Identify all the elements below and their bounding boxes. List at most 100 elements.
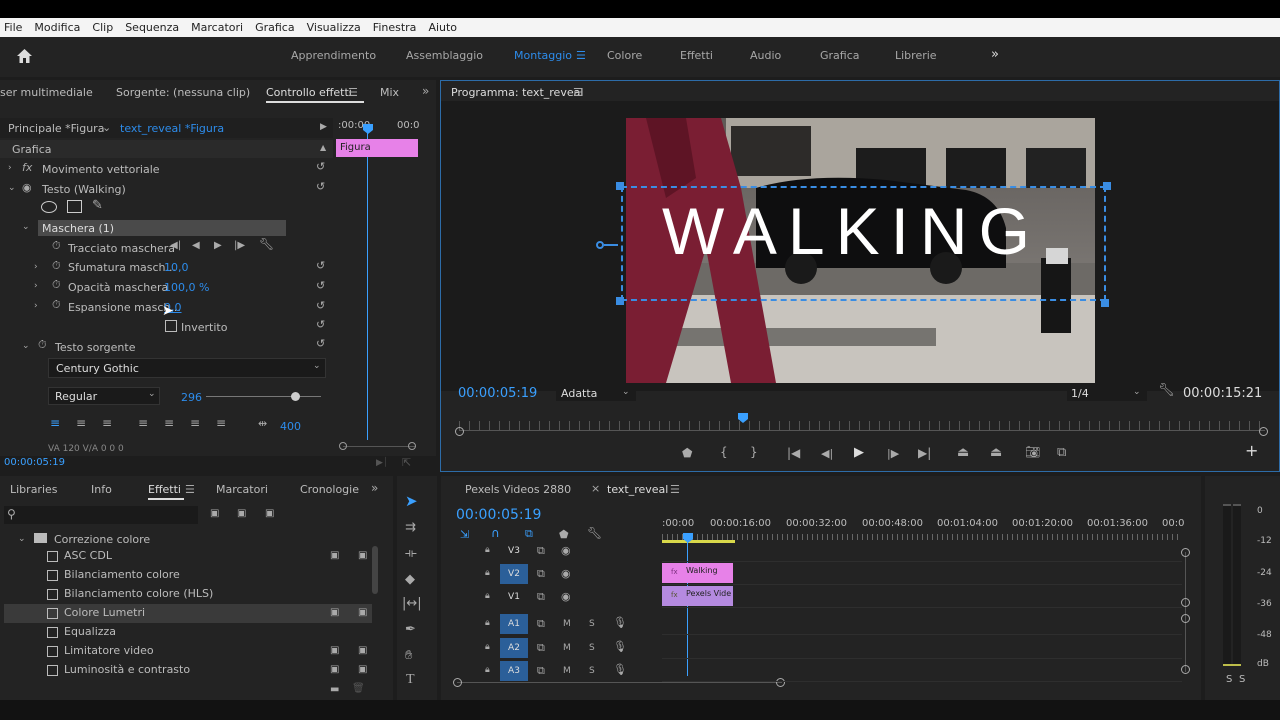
eye-icon[interactable]: ◉ bbox=[561, 591, 571, 602]
mark-out-icon[interactable]: } bbox=[750, 446, 758, 458]
yuv-effects-icon[interactable]: ▣ bbox=[265, 508, 274, 519]
pen-mask-icon[interactable]: ✎ bbox=[92, 199, 103, 212]
justify-all-icon[interactable]: ≡ bbox=[216, 417, 226, 429]
menu-markers[interactable]: Marcatori bbox=[191, 21, 243, 34]
reset-icon[interactable]: ↺ bbox=[316, 300, 325, 311]
stopwatch-icon[interactable]: ⏱ bbox=[52, 260, 61, 271]
pen-tool-icon[interactable]: ✒ bbox=[405, 623, 416, 636]
program-title[interactable]: Programma: text_reveal bbox=[451, 86, 583, 99]
panel-menu-icon[interactable]: ☰ bbox=[670, 484, 680, 495]
solo-right-button[interactable]: S bbox=[1239, 674, 1245, 685]
tab-media-browser[interactable]: ser multimediale bbox=[0, 86, 93, 99]
mask-vertex-handle[interactable] bbox=[1101, 299, 1109, 307]
eye-icon[interactable]: ◉ bbox=[561, 568, 571, 579]
scroll-handle[interactable] bbox=[1181, 548, 1190, 557]
comparison-view-icon[interactable]: ⧉ bbox=[1057, 446, 1066, 459]
mask-vertex-handle[interactable] bbox=[1103, 182, 1111, 190]
program-ruler[interactable] bbox=[459, 421, 1265, 431]
menu-view[interactable]: Visualizza bbox=[307, 21, 361, 34]
new-folder-icon[interactable]: ▬ bbox=[330, 684, 339, 695]
add-marker-icon[interactable]: ⬟ bbox=[559, 529, 569, 540]
folder-label[interactable]: Correzione colore bbox=[54, 533, 150, 546]
stopwatch-icon[interactable]: ⏱ bbox=[52, 299, 61, 310]
effect-item[interactable]: ASC CDL bbox=[64, 549, 112, 562]
mask-feather-handle[interactable] bbox=[596, 241, 604, 249]
tab-info[interactable]: Info bbox=[91, 483, 112, 496]
step-back-icon[interactable]: ◀| bbox=[821, 448, 833, 459]
track-target-button[interactable]: A3 bbox=[500, 661, 528, 681]
font-size-slider-thumb[interactable] bbox=[291, 392, 300, 401]
effect-item[interactable]: Limitatore video bbox=[64, 644, 154, 657]
sync-lock-icon[interactable]: ⧉ bbox=[537, 568, 545, 579]
track-lane[interactable] bbox=[662, 637, 1182, 659]
inverted-checkbox[interactable] bbox=[165, 320, 177, 332]
rectangle-mask-icon[interactable] bbox=[67, 200, 82, 213]
track-lane[interactable] bbox=[662, 613, 1182, 635]
sequence-clip[interactable]: text_reveal *Figura bbox=[120, 122, 224, 135]
collapse-chevron-icon[interactable]: ⌄ bbox=[22, 341, 30, 352]
expand-icon[interactable]: › bbox=[8, 163, 12, 174]
solo-icon[interactable]: S bbox=[589, 619, 595, 630]
justify-right-icon[interactable]: ≡ bbox=[190, 417, 200, 429]
export-icon[interactable]: ⇱ bbox=[402, 457, 411, 468]
collapse-chevron-icon[interactable]: ⌄ bbox=[22, 222, 30, 233]
menu-graphics[interactable]: Grafica bbox=[255, 21, 295, 34]
collapse-chevron-icon[interactable]: ⌄ bbox=[18, 534, 26, 545]
close-icon[interactable]: × bbox=[591, 483, 600, 494]
32bit-effects-icon[interactable]: ▣ bbox=[237, 508, 246, 519]
track-target-button[interactable]: V2 bbox=[500, 564, 528, 584]
effect-item[interactable]: Bilanciamento colore (HLS) bbox=[64, 587, 213, 600]
tab-sequence-pexels[interactable]: Pexels Videos 2880 bbox=[465, 483, 571, 496]
play-icon[interactable]: ▶ bbox=[214, 240, 222, 251]
panel-menu-icon[interactable]: ☰ bbox=[573, 87, 583, 98]
solo-icon[interactable]: S bbox=[589, 643, 595, 654]
play-button-icon[interactable]: ▶ bbox=[854, 446, 864, 459]
ripple-edit-tool-icon[interactable]: ⟛ bbox=[405, 547, 417, 560]
tab-libraries[interactable]: Libraries bbox=[10, 483, 58, 496]
workspace-learning[interactable]: Apprendimento bbox=[291, 49, 376, 62]
lock-icon[interactable]: 🔒︎ bbox=[485, 665, 490, 676]
feather-value[interactable]: 10,0 bbox=[164, 261, 189, 274]
mic-icon[interactable]: 🎙︎ bbox=[613, 617, 627, 628]
go-to-in-icon[interactable]: |◀ bbox=[787, 447, 800, 459]
workspace-editing[interactable]: Montaggio bbox=[514, 49, 572, 62]
eye-icon[interactable]: ◉ bbox=[561, 545, 571, 556]
mask-vertex-handle[interactable] bbox=[616, 297, 624, 305]
selection-tool-icon[interactable]: ➤ bbox=[405, 494, 418, 509]
mask-vertex-handle[interactable] bbox=[616, 182, 624, 190]
workspace-effects[interactable]: Effetti bbox=[680, 49, 713, 62]
export-frame-camera-icon[interactable]: 📷︎ bbox=[1025, 446, 1040, 458]
mute-icon[interactable]: M bbox=[563, 619, 571, 630]
more-workspaces-icon[interactable]: » bbox=[991, 48, 999, 61]
effect-item[interactable]: Luminosità e contrasto bbox=[64, 663, 190, 676]
more-tabs-icon[interactable]: » bbox=[422, 85, 429, 97]
justify-left-icon[interactable]: ≡ bbox=[138, 417, 148, 429]
scroll-handle[interactable] bbox=[1181, 665, 1190, 674]
linked-selection-icon[interactable]: ⧉ bbox=[525, 528, 533, 539]
solo-left-button[interactable]: S bbox=[1226, 674, 1232, 685]
ellipse-mask-icon[interactable] bbox=[41, 201, 57, 213]
add-button-icon[interactable]: + bbox=[1245, 443, 1258, 459]
program-timecode[interactable]: 00:00:05:19 bbox=[458, 386, 537, 401]
mask-selection-box[interactable] bbox=[621, 186, 1106, 301]
track-lane[interactable] bbox=[662, 660, 1182, 682]
workspace-assembly[interactable]: Assemblaggio bbox=[406, 49, 483, 62]
reset-icon[interactable]: ↺ bbox=[316, 280, 325, 291]
filter-icon[interactable]: ▶⏐ bbox=[376, 458, 388, 469]
justify-center-icon[interactable]: ≡ bbox=[164, 417, 174, 429]
mute-icon[interactable]: M bbox=[563, 643, 571, 654]
menu-edit[interactable]: Modifica bbox=[34, 21, 80, 34]
workspace-color[interactable]: Colore bbox=[607, 49, 642, 62]
tab-effects[interactable]: Effetti bbox=[148, 483, 181, 496]
workspace-menu-icon[interactable]: ☰ bbox=[576, 50, 586, 61]
expand-icon[interactable]: › bbox=[34, 301, 38, 312]
zoom-handle-right[interactable] bbox=[408, 442, 416, 450]
playhead-handle[interactable] bbox=[363, 124, 373, 134]
menu-file[interactable]: File bbox=[4, 21, 22, 34]
align-right-icon[interactable]: ≡ bbox=[102, 417, 112, 429]
reset-icon[interactable]: ↺ bbox=[316, 260, 325, 271]
reset-icon[interactable]: ↺ bbox=[316, 161, 325, 172]
tab-source[interactable]: Sorgente: (nessuna clip) bbox=[116, 86, 250, 99]
track-target-button[interactable]: V3 bbox=[500, 541, 528, 561]
expand-icon[interactable]: › bbox=[34, 262, 38, 273]
